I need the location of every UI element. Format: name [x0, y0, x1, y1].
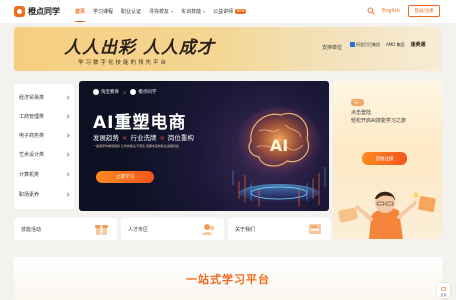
nav-label-lecturer: 公益讲师 — [213, 9, 234, 15]
login-promo-card: Hi~ 点击登陆 轻松开启AI技能学习之旅 登陆注册 — [333, 81, 442, 239]
nav-item-home[interactable]: 首页 — [75, 8, 86, 22]
nav-label-skills: 实训技能 — [181, 9, 202, 15]
section-title: 一站式学习平台 — [186, 273, 270, 286]
quick-link-label: 人才专区 — [128, 227, 149, 233]
learn-now-button[interactable]: 立即学习 — [96, 171, 154, 183]
feedback-float-button[interactable]: 反馈 — [437, 283, 450, 298]
ai-emblem-text: AI — [270, 136, 288, 155]
ai-brain-illustration: AI — [232, 107, 326, 207]
menu-item-label: 艺术设计类 — [19, 151, 45, 158]
chevron-right-icon — [65, 132, 70, 138]
top-banner[interactable]: 人人出彩 人人成才 学习数字化技能的领先平台 支持单位 阿里巴巴集团 AMD 集… — [14, 27, 442, 71]
menu-item-art-design[interactable]: 艺术设计类 — [19, 149, 71, 159]
site-logo[interactable]: 橙点同学 — [14, 5, 60, 18]
menu-item-label: 职场素养 — [19, 191, 40, 198]
chevron-right-icon — [65, 113, 70, 119]
quick-link-talent[interactable]: 人才专区 — [121, 218, 224, 240]
hero-partner-logos: 淘宝教育 × 橙点同学 — [93, 89, 156, 95]
tagline-item: 发展趋势 — [93, 134, 119, 142]
greeting-badge: Hi~ — [351, 99, 365, 106]
nav-item-courses[interactable]: 学习课程 — [93, 8, 113, 15]
nav-label-home: 首页 — [75, 9, 86, 15]
sponsor-name: AMD 集团 — [386, 41, 405, 47]
sponsor-logo-amd: AMD 集团 — [386, 42, 405, 48]
sponsor-logos: 阿里巴巴集团 AMD 集团 速卖通 — [350, 41, 432, 48]
menu-item-label: 计算机类 — [19, 171, 40, 178]
promo-subheading: 轻松开启AI技能学习之旅 — [351, 118, 406, 124]
chevron-down-icon — [171, 10, 174, 13]
menu-item-computer[interactable]: 计算机类 — [19, 169, 71, 179]
feedback-label: 反馈 — [440, 293, 447, 297]
nav-item-certification[interactable]: 职业认证 — [121, 8, 141, 15]
chengdian-logo-icon — [130, 89, 137, 95]
chevron-right-icon — [65, 171, 70, 177]
hero-tagline: 发展趋势 × 行业洗牌 × 岗位重构 — [93, 132, 194, 142]
menu-item-label: 电子商务类 — [19, 132, 45, 139]
info-card-icon — [309, 224, 321, 234]
menu-item-economics[interactable]: 经济贸易类 — [19, 92, 71, 102]
feedback-icon — [441, 287, 446, 292]
tagline-item: 行业洗牌 — [130, 134, 157, 142]
chevron-right-icon — [65, 151, 70, 157]
nav-item-lecturer[interactable]: 公益讲师 NEW — [213, 8, 247, 15]
chevron-down-icon — [203, 10, 206, 13]
quick-link-label: 关于我们 — [235, 227, 256, 233]
hero-description: 一堂课带你看懂趋势 让你的职业不落伍 把握未来的职业发展机会 — [93, 144, 179, 148]
quick-link-about[interactable]: 关于我们 — [228, 218, 331, 240]
chevron-right-icon — [65, 191, 70, 197]
quick-link-label: 技能活动 — [21, 227, 42, 233]
partner-separator: × — [123, 89, 127, 95]
people-icon — [202, 224, 215, 235]
search-icon[interactable] — [367, 7, 375, 15]
menu-item-label: 经济贸易类 — [19, 94, 45, 101]
gift-box-icon — [95, 225, 108, 235]
menu-item-ecommerce[interactable]: 电子商务类 — [19, 130, 71, 140]
support-label: 支持单位 — [322, 45, 343, 51]
nav-label-alumni: 寻找校友 — [149, 9, 170, 15]
mascot-illustration — [338, 191, 436, 239]
partner-name-b: 橙点同学 — [138, 90, 157, 95]
taobao-edu-logo-icon — [93, 89, 99, 95]
login-register-promo-button[interactable]: 登陆注册 — [362, 152, 407, 165]
quick-link-activities[interactable]: 技能活动 — [14, 218, 117, 240]
main-nav: 首页 学习课程 职业认证 寻找校友 实训技能 公益讲师 NEW — [75, 0, 254, 23]
logo-icon — [14, 6, 25, 17]
banner-subtitle: 学习数字化技能的领先平台 — [78, 60, 169, 66]
banner-slogan: 人人出彩 人人成才 — [64, 38, 215, 58]
partner-name-a: 淘宝教育 — [101, 90, 119, 95]
category-menu: 经济贸易类 工商管理类 电子商务类 艺术设计类 计算机类 职场素养 — [14, 84, 74, 209]
new-badge: NEW — [235, 9, 247, 14]
tagline-separator: × — [159, 134, 165, 142]
nav-item-alumni[interactable]: 寻找校友 — [149, 8, 174, 15]
alibaba-logo-icon — [350, 42, 355, 47]
logo-text: 橙点同学 — [28, 7, 60, 16]
promo-heading: 点击登陆 — [351, 110, 372, 116]
sponsor-logo-aliexpress: 速卖通 — [410, 42, 426, 48]
menu-item-label: 工商管理类 — [19, 113, 45, 120]
nav-label-courses: 学习课程 — [93, 9, 114, 15]
login-register-button[interactable]: 登录/注册 — [408, 5, 440, 17]
nav-item-skills[interactable]: 实训技能 — [181, 8, 206, 15]
nav-label-certification: 职业认证 — [121, 9, 142, 15]
hero-title: AI重塑电商 — [93, 113, 187, 133]
hero-banner[interactable]: 淘宝教育 × 橙点同学 AI重塑电商 发展趋势 × 行业洗牌 × 岗位重构 一堂课带你看… — [79, 81, 329, 211]
sponsor-name: 阿里巴巴集团 — [356, 41, 380, 47]
chevron-right-icon — [65, 94, 70, 100]
language-switch[interactable]: English — [382, 8, 400, 14]
menu-item-business[interactable]: 工商管理类 — [19, 111, 71, 121]
sponsor-logo-alibaba: 阿里巴巴集团 — [350, 42, 380, 48]
menu-item-workplace[interactable]: 职场素养 — [19, 189, 71, 199]
top-navigation-bar: 橙点同学 首页 学习课程 职业认证 寻找校友 实训技能 公益讲师 NEW Engl… — [0, 0, 456, 23]
tagline-separator: × — [122, 134, 128, 142]
tagline-item: 岗位重构 — [167, 134, 194, 142]
